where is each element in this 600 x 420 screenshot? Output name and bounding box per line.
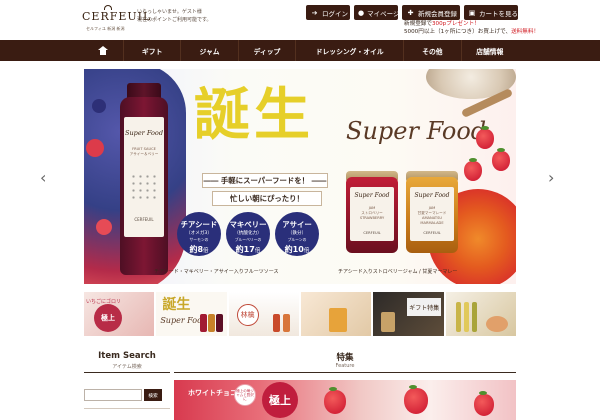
bottle-label: Super Food FRUIT SAUCE アサイー＆ベリー CERFEUIL (124, 117, 164, 237)
login-label: ログイン (322, 9, 348, 18)
food-icon (485, 316, 508, 332)
strawberry-icon (404, 385, 428, 414)
bottle-label-title: Super Food (125, 129, 163, 137)
feature-banner[interactable]: ホワイトチョコ 極上の苺ジャムと贅沢に 極上 (174, 380, 516, 420)
hero-banner[interactable]: Super Food FRUIT SAUCE アサイー＆ベリー CERFEUIL… (84, 69, 516, 284)
nav-item-dip[interactable]: ディップ (239, 40, 297, 61)
hero-tagline-1: ―― 手軽にスーパーフードを！ ―― (202, 173, 328, 188)
hero-tagline-2: 忙しい朝にぴったり！ (212, 191, 322, 206)
thumbnail-apple[interactable]: 林檎 (228, 292, 299, 336)
bottle-icon (455, 302, 461, 332)
superfood-circle: マキベリー （抗酸化力） ブルーベリーの 約17倍 (226, 212, 270, 256)
bottle-pattern (130, 173, 158, 199)
feature-subtitle: Feature (335, 363, 355, 369)
house-icon (97, 46, 108, 55)
feature-title: 特集 (336, 353, 354, 363)
nav-item-jam[interactable]: ジャム (181, 40, 239, 61)
jar-icon (328, 308, 347, 332)
divider (84, 372, 170, 373)
cart-label: カートを見る (479, 9, 518, 18)
banner-thumbnails: いちごにゴロリ 極上 誕生 Super Food 林檎 ギフト特集 (84, 292, 516, 336)
blueberry-icon (92, 99, 106, 113)
mypage-button[interactable]: ● マイページ (354, 5, 400, 20)
logo-subtitle: セルフィユ 新潟 新潟 (86, 26, 125, 31)
search-button[interactable]: 検索 (144, 389, 162, 401)
page: CERFEUIL セルフィユ 新潟 新潟 いらっしゃいませ。ゲスト様 現在のポイ… (0, 0, 600, 420)
strawberry-icon (474, 391, 494, 416)
feature-banner-text: ホワイトチョコ (188, 389, 237, 397)
register-button[interactable]: ✚ 新規会員登録 (402, 5, 460, 20)
jar-label: Super Food JAM 甘夏マーマレード AMANATSU MARMALA… (410, 187, 454, 241)
divider (84, 408, 170, 409)
thumbnail-jar[interactable] (300, 292, 372, 336)
strawberry-icon (324, 387, 346, 414)
bottle-brand: CERFEUIL (134, 217, 154, 222)
register-label: 新規会員登録 (418, 9, 457, 18)
site-header: CERFEUIL セルフィユ 新潟 新潟 いらっしゃいませ。ゲスト様 現在のポイ… (0, 0, 600, 40)
search-input[interactable] (84, 389, 142, 401)
jar-icon (381, 312, 396, 332)
thumbnail-strawberry[interactable]: いちごにゴロリ 極上 (84, 292, 155, 336)
login-button[interactable]: ➔ ログイン (306, 5, 350, 20)
nav-item-dressing-oil[interactable]: ドレッシング・オイル (296, 40, 405, 61)
bottle-icon (463, 302, 469, 332)
hero-kanji: 誕生 (194, 82, 314, 148)
thumbnail-oil[interactable] (445, 292, 516, 336)
jar-label: Super Food JAM ストロベリー STRAWBERRY CERFEUI… (350, 187, 394, 241)
thumbnail-gift[interactable]: ギフト特集 (373, 292, 444, 336)
cart-icon: ▣ (468, 8, 476, 17)
nav-item-gift[interactable]: ギフト (124, 40, 182, 61)
feature-banner-badge: 極上の苺ジャムと贅沢に (234, 384, 256, 406)
promo-text: 新規登録で300pプレゼント！ 5000円以上（1ヶ所につき）お買上げで、送料無… (404, 21, 540, 36)
raspberry-icon (86, 139, 104, 157)
nav-item-store-info[interactable]: 店舗情報 (462, 40, 518, 61)
feature-banner-highlight: 極上 (262, 382, 298, 418)
welcome-message: いらっしゃいませ。ゲスト様 現在のポイントご利用可能です。 (137, 9, 212, 23)
nav-item-other[interactable]: その他 (404, 40, 462, 61)
mypage-label: マイページ (367, 9, 400, 18)
main-nav: ギフト ジャム ディップ ドレッシング・オイル その他 店舗情報 (0, 40, 600, 61)
hero-caption-left: チアシード・マキベリー・アサイー入りフルーツソース (154, 269, 279, 275)
raspberry-icon (96, 219, 112, 235)
promo-line-2: 5000円以上（1ヶ所につき）お買上げで、送料無料！ (404, 28, 540, 35)
site-logo[interactable]: CERFEUIL セルフィユ 新潟 新潟 (82, 5, 150, 36)
chevron-left-icon[interactable]: ‹ (40, 170, 46, 186)
jar-icon (272, 314, 280, 332)
login-arrow-icon: ➔ (311, 8, 318, 17)
promo-line-1: 新規登録で300pプレゼント！ (404, 21, 480, 27)
chevron-right-icon[interactable]: › (548, 170, 554, 186)
jar-icon (208, 314, 216, 332)
bottle-icon (471, 302, 477, 332)
superfood-circle: アサイー （鉄分） プルーンの 約10倍 (275, 212, 319, 256)
bottle-label-sub: FRUIT SAUCE アサイー＆ベリー (129, 147, 159, 156)
hero-script-title: Super Food (346, 117, 487, 145)
item-search-title: Item Search (98, 351, 156, 361)
superfood-circle: チアシード （オメガ3） サーモンの 約8倍 (177, 212, 221, 256)
thumbnail-superfood[interactable]: 誕生 Super Food (156, 292, 227, 336)
cart-button[interactable]: ▣ カートを見る (464, 5, 518, 20)
user-plus-icon: ✚ (407, 8, 414, 17)
hero-caption-right: チアシード入りストロベリージャム / 甘夏マーマレー (338, 269, 458, 275)
strawberry-icon (476, 126, 494, 149)
strawberry-icon (492, 148, 510, 171)
item-search-subtitle: アイテム検索 (112, 364, 142, 370)
divider (174, 372, 516, 373)
nav-home[interactable] (82, 40, 124, 61)
jar-icon (216, 314, 224, 332)
promo-points: 300pプレゼント！ (431, 21, 480, 27)
jar-icon (200, 314, 208, 332)
jar-icon (282, 314, 290, 332)
strawberry-icon (464, 158, 482, 181)
promo-free-shipping: 送料無料！ (511, 28, 540, 35)
user-icon: ● (358, 8, 365, 17)
